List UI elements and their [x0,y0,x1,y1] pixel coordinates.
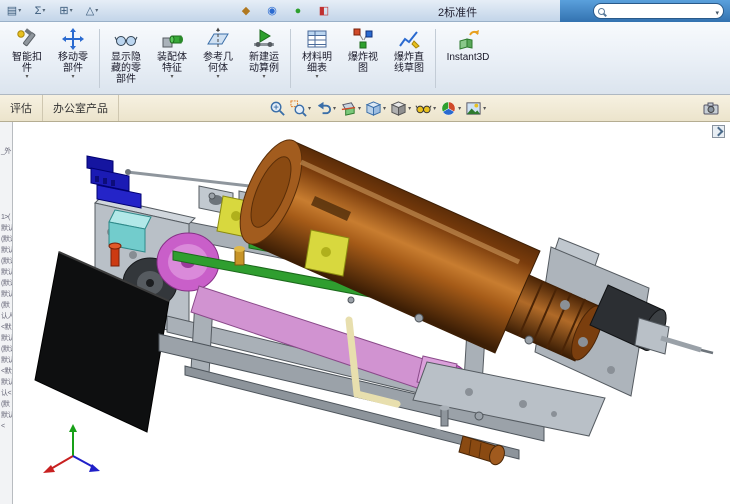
tree-item [0,168,12,179]
tree-item: (默 [1,302,10,309]
main-area: _外 1>( 默认< (默认 默认人 (默认 默认人 (默认 默认人 (默 认人… [0,122,730,504]
instant3d-icon [456,27,480,51]
tree-item [0,190,12,201]
zoom-fit-icon[interactable] [267,99,288,118]
tree-item: 默认 [1,335,12,342]
warning-icon[interactable]: △ [80,2,104,20]
section-view-icon[interactable] [338,99,363,118]
tab-evaluate[interactable]: 评估 [0,95,43,121]
ribbon-button-reference-geometry[interactable]: 参考几何体 [195,24,241,93]
tree-item: _外 [1,148,11,155]
move-component-icon [61,27,85,51]
tree-item: <默 [1,324,12,331]
tree-item: 默认 [1,379,12,386]
search-input[interactable] [608,5,713,17]
tree-item: 认< [1,390,12,397]
explode-line-sketch-icon [397,27,421,51]
tree-item [0,124,12,135]
tree-item: (默 [1,401,10,408]
tree-item: 默认< [1,225,12,232]
feature-manager-collapsed[interactable]: _外 1>( 默认< (默认 默认人 (默认 默认人 (默认 默认人 (默 认人… [0,122,13,504]
ribbon-button-new-motion-study[interactable]: 新建运动算例 [241,24,287,93]
show-hidden-components-icon [114,27,138,51]
tree-item [0,135,12,146]
tree-item: (默认 [1,346,12,353]
tree-item: (默认 [1,236,12,243]
search-dropdown-icon[interactable] [715,2,719,20]
tree-item: < [1,423,5,430]
tree-item: 认人 [1,313,12,320]
tree-item [0,157,12,168]
ribbon-divider [99,29,100,88]
globe-icon[interactable]: ● [286,2,310,20]
tree-item: 默认人 [1,247,12,254]
tree-item: 默认人 [1,357,12,364]
wrench-icon[interactable]: ◆ [234,2,258,20]
palette-icon[interactable]: ◧ [312,2,336,20]
assembly-model[interactable] [13,122,729,504]
view-orientation-icon[interactable] [363,99,388,118]
tree-item: (默认 [1,280,12,287]
sigma-icon[interactable]: Σ [28,2,52,20]
title-bar: ▤ Σ ⊞ △ ◆ ◉ ● ◧ 2标准件 [0,0,730,22]
reference-geometry-icon [206,27,230,51]
smart-fastener-icon [15,27,39,51]
tree-item: (默认 [1,258,12,265]
tree-item [0,201,12,212]
edit-appearance-icon[interactable] [438,99,463,118]
ribbon-button-move-component[interactable]: 移动零部件 [50,24,96,93]
tree-item: 默认人 [1,291,12,298]
search-box [593,3,724,19]
solidworks-window: ▤ Σ ⊞ △ ◆ ◉ ● ◧ 2标准件 智能扣件 移动零部件 [0,0,730,504]
ribbon-button-smart-fasteners[interactable]: 智能扣件 [4,24,50,93]
ribbon-divider [290,29,291,88]
ribbon-button-show-hidden-components[interactable]: 显示隐藏的零部件 [103,24,149,93]
view-settings-icon[interactable] [463,99,488,118]
window-icon[interactable]: ⊞ [54,2,78,20]
previous-view-icon[interactable] [313,99,338,118]
new-motion-study-icon [252,27,276,51]
tree-item [0,179,12,190]
ribbon-divider [435,29,436,88]
ribbon-button-bill-of-materials[interactable]: 材料明细表 [294,24,340,93]
tab-office-products[interactable]: 办公室产品 [43,95,119,121]
camera-icon[interactable] [702,100,720,116]
search-area [560,0,730,22]
ribbon-button-explode-line-sketch[interactable]: 爆炸直线草图 [386,24,432,93]
search-icon [598,7,606,15]
ribbon-button-instant3d[interactable]: Instant3D [439,24,497,93]
red-screw-part[interactable] [108,242,122,267]
toolbar-group: ◆ ◉ ● ◧ [232,2,336,20]
knob-part[interactable] [434,428,507,467]
tree-item: 默认人 [1,412,12,419]
hide-show-items-icon[interactable] [413,99,438,118]
ribbon-button-assembly-features[interactable]: 装配体特征 [149,24,195,93]
graphics-area[interactable] [13,122,730,504]
tree-item: 默认人 [1,269,12,276]
orientation-triad [43,424,100,473]
target-icon[interactable]: ◉ [260,2,284,20]
zoom-area-icon[interactable] [288,99,313,118]
document-icon[interactable]: ▤ [2,2,26,20]
command-manager: 智能扣件 移动零部件 显示隐藏的零部件 装配体特征 参考几何体 新建运动算例 材… [0,22,730,95]
display-style-icon[interactable] [388,99,413,118]
assembly-features-icon [160,27,184,51]
tree-item: <默认 [1,368,12,375]
heads-up-view-toolbar [267,99,488,118]
ribbon-button-exploded-view[interactable]: 爆炸视图 [340,24,386,93]
expand-viewport-icon[interactable] [712,125,725,138]
bill-of-materials-icon [305,27,329,51]
window-title: 2标准件 [438,7,478,19]
exploded-view-icon [351,27,375,51]
blue-bracket-part[interactable] [86,155,142,209]
tree-item: 1>( [1,214,10,221]
command-manager-tabs: 评估 办公室产品 [0,95,730,122]
yellow-guide-part[interactable] [304,229,350,277]
